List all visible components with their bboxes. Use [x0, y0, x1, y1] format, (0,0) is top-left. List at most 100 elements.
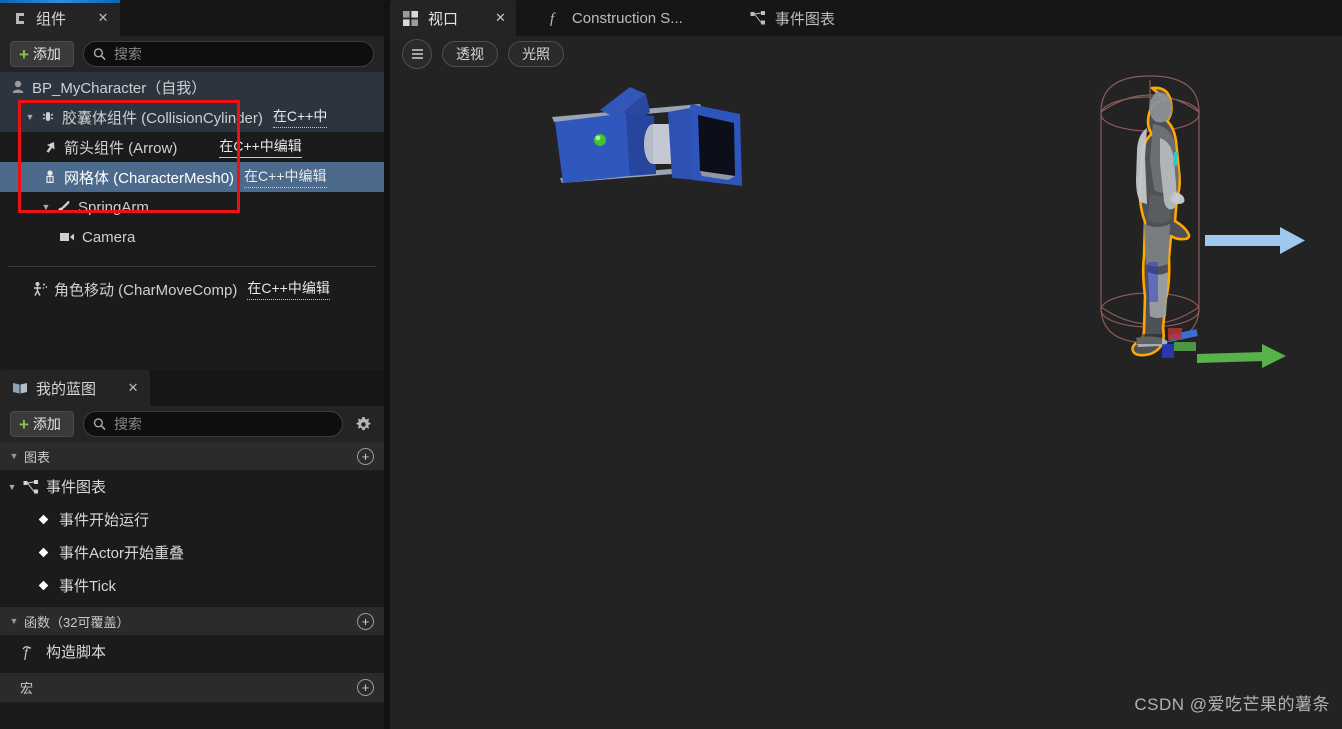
blueprint-toolbar: + 添加 搜索 — [0, 406, 384, 442]
tab-viewport[interactable]: 视口 ✕ — [390, 0, 516, 36]
tree-row-springarm[interactable]: ▼ SpringArm — [0, 192, 384, 222]
add-component-label: 添加 — [32, 46, 61, 62]
capsule-icon — [38, 109, 58, 125]
lighting-button[interactable]: 光照 — [508, 41, 564, 67]
arrow-icon — [40, 139, 60, 155]
edit-in-cpp-link[interactable]: 在C++中编辑 — [219, 136, 302, 158]
tab-components-label: 组件 — [36, 10, 67, 28]
blueprint-row-construction-script[interactable]: f 构造脚本 — [0, 635, 384, 668]
panel-divider — [0, 701, 384, 702]
blueprint-search-input[interactable]: 搜索 — [82, 411, 343, 437]
add-function-button[interactable]: + — [357, 612, 374, 630]
tree-label: 角色移动 (CharMoveComp) — [54, 281, 238, 299]
blueprint-row-label: 事件Actor开始重叠 — [59, 545, 185, 562]
tab-construction-script-label: Construction S... — [571, 9, 683, 27]
close-icon[interactable]: ✕ — [96, 10, 110, 26]
unreal-blueprint-editor: 组件 ✕ + 添加 搜索 BP_MyCharacter（自我） ▼ 胶囊体组件 … — [0, 0, 1342, 729]
viewport-column: 视口 ✕ f Construction S... 事件图表 透视 光照 CSDN… — [390, 0, 1342, 729]
event-node-icon — [32, 578, 54, 593]
add-macro-button[interactable]: + — [357, 678, 374, 696]
tree-row-bp-mycharacter[interactable]: BP_MyCharacter（自我） — [0, 72, 384, 102]
close-icon[interactable]: ✕ — [495, 10, 506, 26]
viewport-3d-canvas[interactable]: CSDN @爱吃芒果的薯条 — [390, 72, 1342, 729]
components-toolbar: + 添加 搜索 — [0, 36, 384, 72]
perspective-label: 透视 — [456, 46, 484, 62]
components-icon — [12, 10, 28, 26]
tree-label: BP_MyCharacter（自我） — [32, 79, 207, 97]
blueprint-row-label: 事件图表 — [46, 479, 107, 496]
tree-row-character-mesh[interactable]: 网格体 (CharacterMesh0) 在C++中编辑 — [0, 162, 384, 192]
tree-row-camera[interactable]: Camera — [0, 222, 384, 252]
edit-in-cpp-link[interactable]: 在C++中编辑 — [247, 278, 330, 300]
viewport-icon — [403, 10, 419, 26]
search-icon — [93, 418, 106, 431]
chevron-down-icon[interactable]: ▼ — [38, 202, 54, 212]
function-icon: f — [18, 644, 40, 660]
event-node-icon — [32, 545, 54, 560]
edit-in-cpp-link[interactable]: 在C++中编辑 — [244, 166, 327, 188]
camera-mesh-model — [552, 87, 742, 186]
lighting-label: 光照 — [522, 46, 550, 62]
blueprint-row-event-graph[interactable]: ▼ 事件图表 — [0, 470, 384, 503]
blueprint-row-event-actor-begin-overlap[interactable]: 事件Actor开始重叠 — [0, 536, 384, 569]
section-header-graphs[interactable]: ▼ 图表 + — [0, 442, 384, 470]
chevron-down-icon[interactable]: ▼ — [22, 112, 38, 122]
section-header-macros[interactable]: 宏 + — [0, 673, 384, 701]
my-blueprint-panel: 我的蓝图 ✕ + 添加 搜索 ▼ 图表 + ▼ 事件图表 事件开始运行 事件Ac… — [0, 370, 384, 729]
tree-label: 网格体 (CharacterMesh0) — [64, 169, 235, 187]
blueprint-row-label: 事件开始运行 — [59, 512, 150, 529]
character-mesh-model — [1100, 75, 1305, 368]
add-blueprint-item-button[interactable]: + 添加 — [10, 411, 74, 437]
tab-event-graph-label: 事件图表 — [774, 10, 835, 28]
chevron-down-icon[interactable]: ▼ — [4, 482, 20, 492]
eventgraph-icon — [750, 10, 766, 26]
tab-components[interactable]: 组件 ✕ — [0, 0, 121, 36]
section-header-functions[interactable]: ▼ 函数（32可覆盖） + — [0, 607, 384, 635]
tab-construction-script[interactable]: f Construction S... — [534, 0, 693, 36]
tree-row-collision-cylinder[interactable]: ▼ 胶囊体组件 (CollisionCylinder) 在C++中 — [0, 102, 384, 132]
watermark-text: CSDN @爱吃芒果的薯条 — [1134, 695, 1330, 714]
viewport-menu-button[interactable] — [402, 39, 432, 69]
camera-icon — [58, 230, 78, 244]
chevron-down-icon[interactable]: ▼ — [6, 616, 22, 626]
edit-in-cpp-link[interactable]: 在C++中 — [272, 106, 328, 128]
eventgraph-icon — [20, 479, 42, 494]
svg-text:f: f — [550, 11, 556, 26]
plus-icon: + — [19, 414, 29, 434]
close-icon[interactable]: ✕ — [126, 380, 140, 396]
blueprint-row-label: 事件Tick — [59, 578, 116, 595]
tree-row-charmovecomp[interactable]: 角色移动 (CharMoveComp) 在C++中编辑 — [0, 274, 384, 304]
event-node-icon — [32, 512, 54, 527]
gear-icon[interactable] — [352, 413, 374, 435]
plus-icon: + — [19, 44, 29, 64]
blueprint-search-placeholder: 搜索 — [113, 416, 142, 432]
book-icon — [12, 380, 28, 396]
charmove-icon — [30, 281, 50, 297]
tab-viewport-label: 视口 — [428, 10, 459, 28]
blueprint-row-event-begin-play[interactable]: 事件开始运行 — [0, 503, 384, 536]
mesh-icon — [40, 169, 60, 185]
tab-event-graph[interactable]: 事件图表 — [737, 0, 845, 36]
tree-label: 箭头组件 (Arrow) — [64, 139, 178, 157]
add-graph-button[interactable]: + — [357, 447, 374, 465]
blueprint-row-event-tick[interactable]: 事件Tick — [0, 569, 384, 602]
chevron-down-icon[interactable]: ▼ — [6, 451, 22, 461]
actor-icon — [8, 79, 28, 95]
blueprint-row-label: 构造脚本 — [46, 644, 107, 661]
function-icon: f — [547, 10, 563, 26]
left-panel-column: 组件 ✕ + 添加 搜索 BP_MyCharacter（自我） ▼ 胶囊体组件 … — [0, 0, 384, 729]
section-title: 图表 — [24, 449, 51, 465]
search-icon — [93, 48, 106, 61]
viewport-toolbar: 透视 光照 — [390, 36, 1342, 72]
tab-my-blueprint-label: 我的蓝图 — [36, 380, 97, 398]
perspective-button[interactable]: 透视 — [442, 41, 498, 67]
viewport-tabstrip: 视口 ✕ f Construction S... 事件图表 — [390, 0, 1342, 36]
tree-row-arrow[interactable]: 箭头组件 (Arrow) 在C++中编辑 — [0, 132, 384, 162]
tree-label: 胶囊体组件 (CollisionCylinder) — [62, 109, 263, 127]
tree-label: SpringArm — [78, 198, 149, 216]
add-component-button[interactable]: + 添加 — [10, 41, 74, 67]
tab-my-blueprint[interactable]: 我的蓝图 ✕ — [0, 370, 151, 406]
components-search-input[interactable]: 搜索 — [82, 41, 374, 67]
section-title: 函数（32可覆盖） — [24, 614, 130, 630]
components-tabstrip: 组件 ✕ — [0, 0, 384, 36]
